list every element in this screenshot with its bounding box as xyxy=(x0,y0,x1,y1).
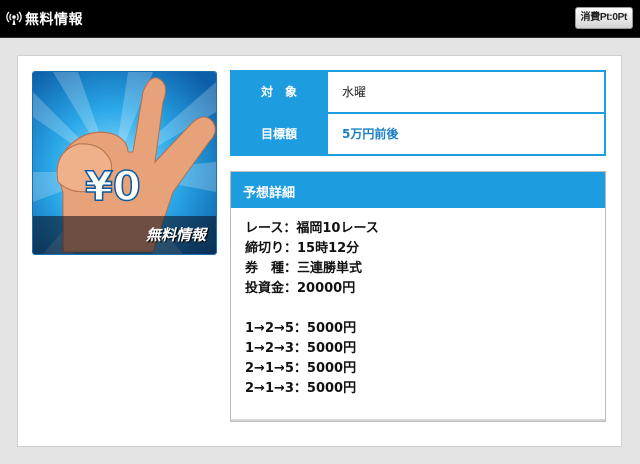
investment-line: 投資金：20000円 xyxy=(245,281,356,296)
ticket-type-line: 券 種：三連勝単式 xyxy=(245,261,363,276)
detail-heading: 予想詳細 xyxy=(243,186,296,201)
info-value: 5万円前後 xyxy=(328,114,604,154)
page-title: 無料情報 xyxy=(25,12,83,28)
race-line: レース：福岡10レース xyxy=(245,221,379,236)
info-value: 水曜 xyxy=(328,72,604,112)
bet-line: 1→2→3：5000円 xyxy=(245,341,357,356)
bet-line: 2→1→3：5000円 xyxy=(245,381,357,396)
bet-line: 2→1→5：5000円 xyxy=(245,361,357,376)
top-header-bar: 無料情報 消費Pt:0Pt xyxy=(0,0,640,38)
broadcast-antenna-icon xyxy=(6,11,22,25)
yen-zero-text: ¥0 xyxy=(85,164,141,210)
prediction-detail-box: 予想詳細 レース：福岡10レース 締切り：15時12分 券 種：三連勝単式 投資… xyxy=(230,171,606,422)
points-consumed-badge[interactable]: 消費Pt:0Pt xyxy=(574,7,633,29)
bet-line: 1→2→5：5000円 xyxy=(245,321,357,336)
info-label: 目標額 xyxy=(260,127,297,141)
deadline-line: 締切り：15時12分 xyxy=(245,241,360,256)
free-info-thumbnail: ¥0 無料情報 xyxy=(32,71,217,255)
thumbnail-caption: 無料情報 xyxy=(145,226,206,244)
detail-body: レース：福岡10レース 締切り：15時12分 券 種：三連勝単式 投資金：200… xyxy=(245,219,595,399)
detail-heading-bar: 予想詳細 xyxy=(231,172,605,208)
target-info-table: 対 象 水曜 目標額 5万円前後 xyxy=(230,70,606,156)
info-row-goal-amount: 目標額 5万円前後 xyxy=(232,114,604,154)
thumbnail-caption-bar: 無料情報 xyxy=(33,216,216,254)
info-label: 対 象 xyxy=(260,85,297,99)
info-row-target: 対 象 水曜 xyxy=(232,72,604,112)
